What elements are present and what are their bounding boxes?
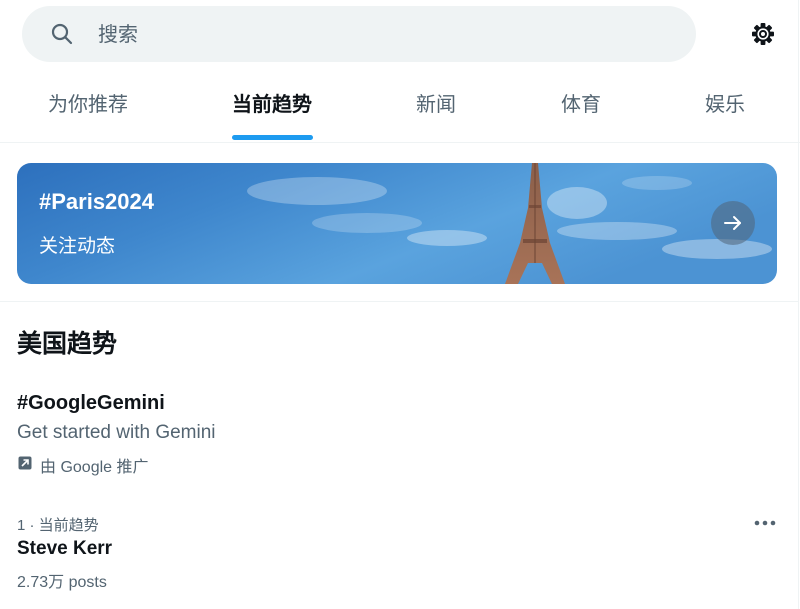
section-title: 美国趋势 [17, 330, 118, 358]
banner-arrow-button[interactable] [711, 201, 755, 245]
tab-bar: 为你推荐 当前趋势 新闻 体育 娱乐 [0, 72, 800, 143]
event-banner[interactable]: #Paris2024 关注动态 [17, 163, 777, 284]
promoted-trend[interactable]: #GoogleGemini Get started with Gemini 由 … [0, 380, 798, 482]
tab-label: 当前趋势 [232, 94, 312, 116]
tab-label: 娱乐 [705, 94, 745, 116]
more-icon[interactable] [750, 511, 780, 535]
promoted-description: Get started with Gemini [17, 422, 216, 443]
trend-post-count: 2.73万 posts [17, 574, 107, 591]
banner-subtitle: 关注动态 [39, 236, 116, 257]
tab-label: 新闻 [416, 94, 456, 116]
tab-label: 为你推荐 [48, 94, 128, 116]
explore-page: 为你推荐 当前趋势 新闻 体育 娱乐 [0, 0, 800, 609]
banner-title: #Paris2024 [39, 189, 154, 214]
tab-label: 体育 [561, 94, 601, 116]
promoted-hashtag: #GoogleGemini [17, 392, 165, 414]
promoted-by-label: 由 Google 推广 [40, 459, 149, 476]
trend-meta: 1 · 当前趋势 [17, 517, 99, 534]
gear-icon[interactable] [749, 20, 777, 48]
trend-item[interactable]: 1 · 当前趋势 Steve Kerr 2.73万 posts [0, 505, 798, 605]
search-icon [51, 23, 73, 45]
trend-name: Steve Kerr [17, 538, 113, 559]
arrow-right-icon [724, 216, 741, 230]
active-tab-indicator [232, 135, 313, 140]
search-input[interactable] [96, 16, 660, 54]
promoted-icon [18, 456, 32, 470]
eiffel-tower-image [17, 163, 777, 284]
search-bar[interactable] [22, 6, 696, 62]
section-divider [0, 301, 798, 302]
